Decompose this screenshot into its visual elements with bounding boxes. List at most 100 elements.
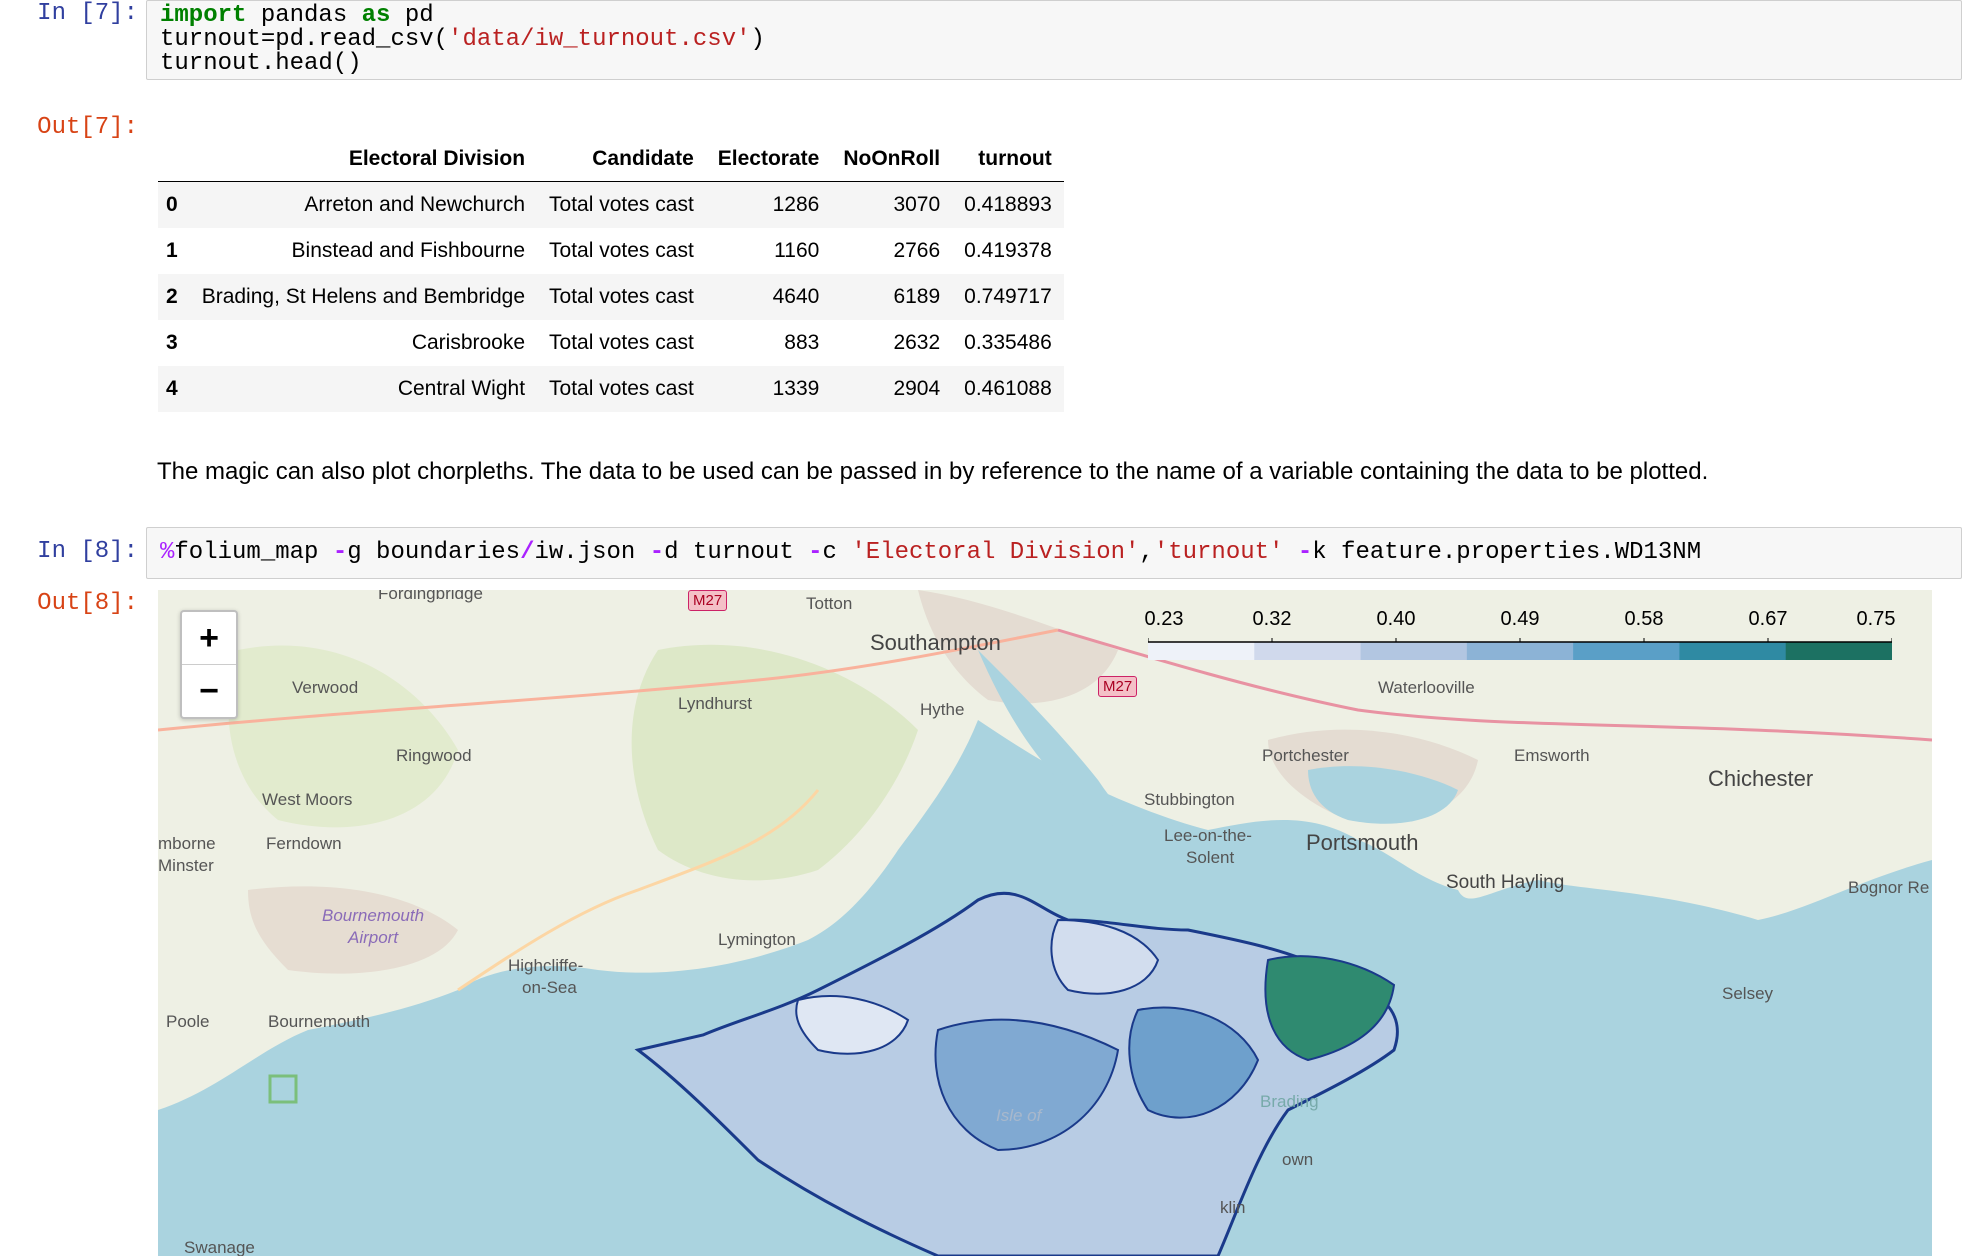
code-operator: - — [808, 539, 823, 566]
table-cell: Total votes cast — [549, 331, 694, 354]
code-operator: / — [520, 539, 535, 566]
map-label: South Hayling — [1446, 872, 1565, 893]
code-line: %folium_map -g boundaries/iw.json -d tur… — [147, 528, 1961, 578]
map-label: Bournemouth — [268, 1012, 371, 1031]
table-cell: 2632 — [893, 331, 941, 354]
column-header: Candidate — [537, 137, 706, 182]
map-label: Lyndhurst — [678, 694, 753, 713]
row-index: 4 — [166, 377, 178, 400]
table-cell: 0.419378 — [964, 239, 1052, 262]
row-index: 1 — [166, 239, 178, 262]
map-label: Totton — [806, 594, 853, 613]
table-cell: 883 — [784, 331, 820, 354]
map-label: Ferndown — [266, 834, 342, 853]
table-row: 4 Central Wight Total votes cast 1339 29… — [158, 366, 1064, 412]
column-header: turnout — [952, 137, 1064, 182]
code-text: turnout.head() — [160, 50, 362, 77]
table-row: 3 Carisbrooke Total votes cast 883 2632 … — [158, 320, 1064, 366]
road-shield: M27 — [688, 590, 728, 611]
map-label: Emsworth — [1514, 746, 1590, 765]
table-cell: 0.335486 — [964, 331, 1052, 354]
map-label: klin — [1220, 1198, 1246, 1217]
zoom-in-button[interactable]: + — [182, 612, 236, 665]
map-label: mborne — [158, 834, 216, 853]
legend-tick-label: 0.32 — [1252, 608, 1292, 630]
zoom-out-button[interactable]: − — [182, 665, 236, 717]
map-label: Fordingbridge — [378, 590, 483, 603]
map-label: Lee-on-the- — [1164, 826, 1252, 845]
map-label: Poole — [166, 1012, 210, 1031]
legend-tick-label: 0.58 — [1624, 608, 1664, 630]
dataframe-table: Electoral Division Candidate Electorate … — [158, 137, 1064, 412]
map-label: Solent — [1186, 848, 1235, 867]
map-label: Swanage — [184, 1238, 255, 1256]
map-label: Airport — [348, 928, 399, 947]
table-cell: Central Wight — [397, 377, 526, 400]
code-text: folium_map — [174, 539, 333, 566]
map-label: Brading — [1260, 1092, 1319, 1111]
code-cell-7[interactable]: import pandas as pd turnout=pd.read_csv(… — [146, 0, 1962, 80]
table-cell: 2766 — [893, 239, 941, 262]
choropleth-map[interactable]: + − Fordingbridge Southampton Portsmouth… — [158, 590, 1932, 1256]
legend-color-band — [1679, 642, 1787, 660]
map-label: Portchester — [1262, 746, 1349, 765]
table-cell: 6189 — [893, 285, 941, 308]
map-label: West Moors — [262, 790, 353, 809]
map-label: on-Sea — [522, 978, 577, 997]
table-cell: 2904 — [893, 377, 941, 400]
row-index: 0 — [166, 193, 178, 216]
zoom-control: + − — [180, 610, 238, 719]
map-label: Ringwood — [396, 746, 472, 765]
table-cell: Total votes cast — [549, 377, 694, 400]
legend-tick-label: 0.67 — [1748, 608, 1788, 630]
output-prompt-8: Out[8]: — [37, 590, 138, 617]
legend-tick-label: 0.75 — [1856, 608, 1896, 630]
code-operator: % — [160, 539, 175, 566]
code-text: ) — [750, 26, 765, 53]
legend-color-band — [1360, 642, 1468, 660]
legend-tick-label: 0.23 — [1144, 608, 1184, 630]
color-legend: 0.23 0.32 0.40 0.49 0.58 0.67 0.75 — [1144, 608, 1895, 668]
table-cell: 1160 — [774, 239, 820, 262]
table-cell: Total votes cast — [549, 193, 694, 216]
map-label: Selsey — [1722, 984, 1774, 1003]
map-label: Portsmouth — [1306, 830, 1419, 855]
input-prompt-8: In [8]: — [37, 538, 138, 565]
table-cell: Total votes cast — [549, 239, 694, 262]
map-label: Verwood — [292, 678, 359, 697]
table-cell: 0.461088 — [964, 377, 1052, 400]
markdown-text: The magic can also plot chorpleths. The … — [157, 458, 1709, 485]
code-string: 'turnout' — [1153, 539, 1284, 566]
legend-color-band — [1573, 642, 1681, 660]
table-cell: Arreton and Newchurch — [304, 193, 526, 216]
legend-tick-label: 0.40 — [1376, 608, 1416, 630]
code-operator: - — [332, 539, 348, 566]
column-header: NoOnRoll — [831, 137, 953, 182]
table-cell: Binstead and Fishbourne — [291, 239, 526, 262]
column-header: Electoral Division — [189, 137, 538, 182]
code-operator: - — [1297, 539, 1313, 566]
code-string: 'data/iw_turnout.csv' — [448, 26, 751, 53]
code-text: , — [1139, 539, 1154, 566]
row-index: 3 — [166, 331, 178, 354]
map-base — [158, 590, 1932, 1256]
code-text: c — [822, 539, 852, 566]
map-label: Chichester — [1708, 766, 1814, 791]
table-row: 2 Brading, St Helens and Bembridge Total… — [158, 274, 1064, 320]
table-cell: 4640 — [772, 285, 820, 308]
code-cell-8[interactable]: %folium_map -g boundaries/iw.json -d tur… — [146, 527, 1962, 579]
code-text: d turnout — [664, 539, 809, 566]
table-cell: 3070 — [893, 193, 941, 216]
table-row: 0 Arreton and Newchurch Total votes cast… — [158, 181, 1064, 228]
legend-color-band — [1785, 642, 1892, 660]
code-text: iw.json — [534, 539, 650, 566]
map-label: Hythe — [920, 700, 965, 719]
table-row: 1 Binstead and Fishbourne Total votes ca… — [158, 228, 1064, 274]
code-text: k feature.properties.WD13NM — [1312, 539, 1702, 566]
code-string: 'Electoral Division' — [851, 539, 1140, 566]
road-shield: M27 — [1098, 676, 1138, 697]
map-label: Stubbington — [1144, 790, 1235, 809]
legend-color-band — [1254, 642, 1362, 660]
output-prompt-7: Out[7]: — [37, 114, 138, 141]
